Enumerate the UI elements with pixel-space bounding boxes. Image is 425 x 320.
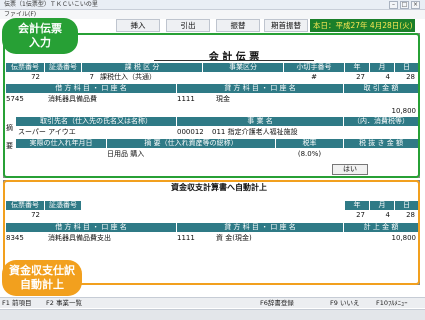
fund-callout: 資金収支仕訳 自動計上: [2, 260, 82, 296]
toolbar-pull-button[interactable]: 引出: [166, 19, 210, 32]
toolbar-opening-transfer-button[interactable]: 期首振替: [264, 19, 308, 32]
fund-callout-line2: 自動計上: [20, 278, 64, 291]
f9-no-key[interactable]: F9 いいえ: [330, 299, 370, 308]
minimize-icon[interactable]: –: [389, 1, 398, 9]
fund-callout-line1: 資金収支仕訳: [9, 264, 75, 277]
voucher-callout-line1: 会計伝票: [18, 22, 62, 35]
f6-dictionary-key[interactable]: F6辞書登録: [260, 299, 310, 308]
maximize-icon[interactable]: □: [400, 1, 409, 9]
toolbar-transfer-button[interactable]: 振替: [216, 19, 260, 32]
today-date: 本日：平成27年 4月28日(火): [310, 19, 415, 32]
f10-full-menu-key[interactable]: F10ﾌﾙﾒﾆｭｰ: [376, 299, 423, 308]
voucher-callout-line2: 入力: [29, 36, 51, 49]
voucher-highlight-frame: [3, 33, 420, 178]
f2-business-list-key[interactable]: F2 事業一覧: [46, 299, 94, 308]
status-bar: [0, 309, 425, 320]
close-icon[interactable]: ×: [411, 1, 420, 9]
window-title: 伝票（1伝票型）ＴＫＣいこいの里: [0, 0, 425, 10]
f1-prev-item-key[interactable]: F1 前項目: [2, 299, 44, 308]
toolbar-insert-button[interactable]: 挿入: [116, 19, 160, 32]
voucher-callout: 会計伝票 入力: [2, 18, 78, 54]
